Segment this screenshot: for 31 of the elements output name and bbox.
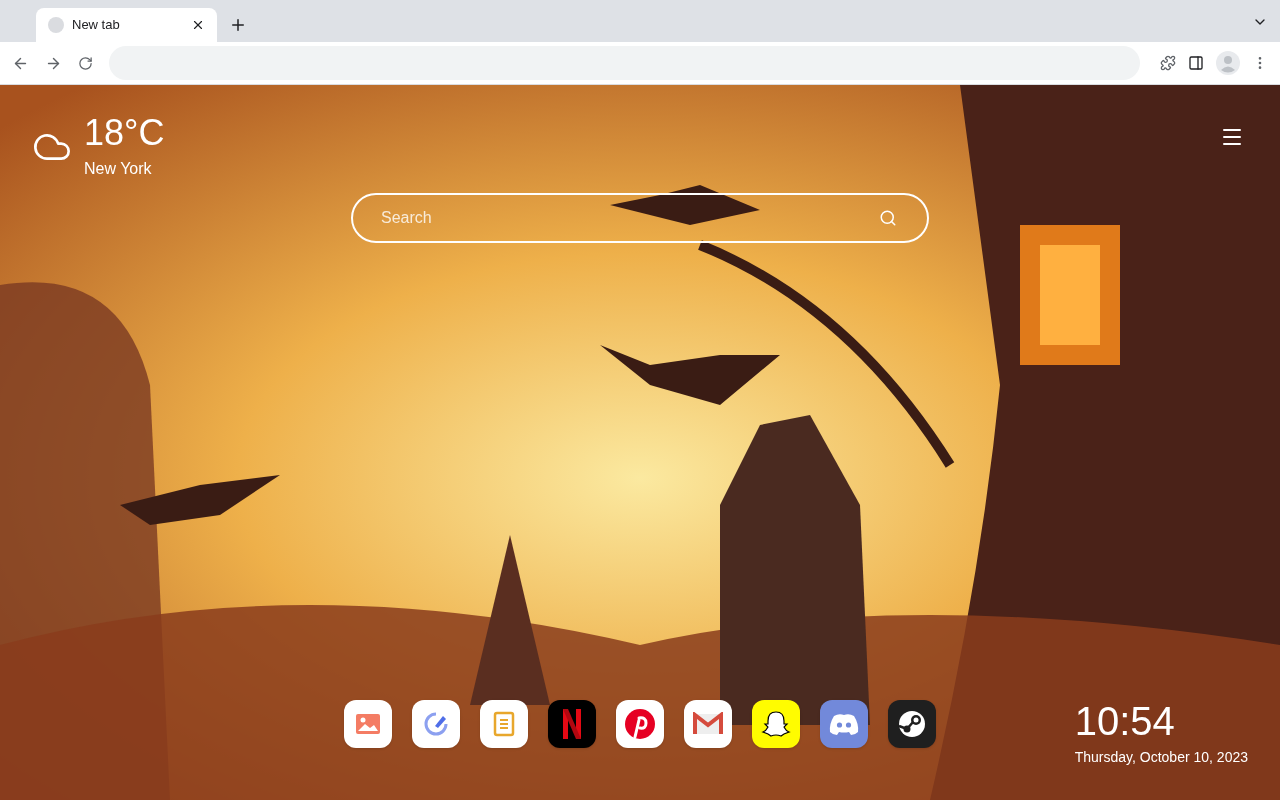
gallery-shortcut[interactable] bbox=[344, 700, 392, 748]
new-tab-icon[interactable] bbox=[229, 16, 247, 34]
ghost-icon bbox=[761, 709, 791, 739]
favicon-icon bbox=[48, 17, 64, 33]
city-name: New York bbox=[84, 159, 153, 179]
notes-shortcut[interactable] bbox=[480, 700, 528, 748]
edit-shortcut[interactable] bbox=[412, 700, 460, 748]
search-field[interactable]: Search bbox=[351, 193, 929, 243]
gmail-shortcut[interactable] bbox=[684, 700, 732, 748]
mail-icon bbox=[692, 712, 724, 736]
steam-logo-icon bbox=[897, 709, 927, 739]
pinterest-logo-icon bbox=[624, 708, 656, 740]
image-icon bbox=[355, 713, 381, 735]
side-panel-icon[interactable] bbox=[1188, 55, 1204, 71]
pinterest-shortcut[interactable] bbox=[616, 700, 664, 748]
tab-title: New tab bbox=[72, 16, 121, 35]
browser-tab[interactable]: New tab bbox=[36, 8, 217, 42]
clock-time: 10:54 bbox=[1074, 699, 1176, 743]
clock-date: Thursday, October 10, 2023 bbox=[1074, 748, 1248, 767]
snapchat-shortcut[interactable] bbox=[752, 700, 800, 748]
game-controller-face-icon bbox=[828, 712, 860, 736]
reload-icon[interactable] bbox=[78, 55, 93, 71]
note-icon bbox=[493, 711, 515, 737]
steam-shortcut[interactable] bbox=[888, 700, 936, 748]
netflix-logo-icon bbox=[562, 708, 582, 740]
netflix-shortcut[interactable] bbox=[548, 700, 596, 748]
extensions-icon[interactable] bbox=[1160, 55, 1176, 71]
temperature: 18°C bbox=[84, 113, 165, 153]
discord-shortcut[interactable] bbox=[820, 700, 868, 748]
pen-circle-icon bbox=[423, 711, 449, 737]
close-icon[interactable] bbox=[191, 18, 205, 32]
